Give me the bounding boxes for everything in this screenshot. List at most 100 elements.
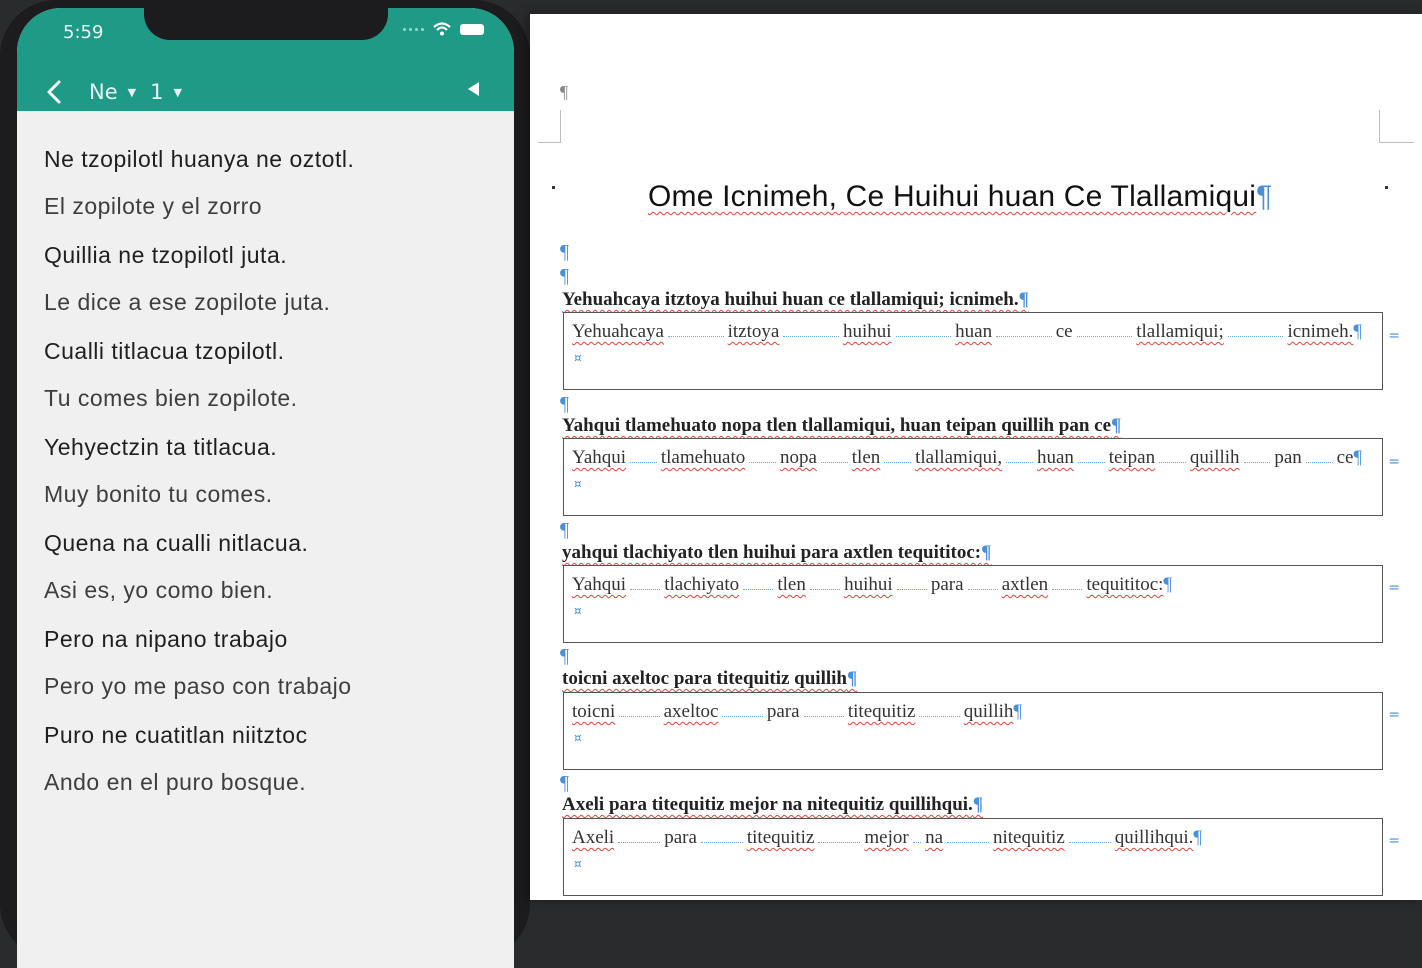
- book-selector[interactable]: Ne: [89, 80, 118, 104]
- word: tlallamiqui;: [1136, 321, 1224, 342]
- word: para: [664, 827, 697, 848]
- cell-marker-icon: ¤: [574, 731, 582, 745]
- interlinear-box[interactable]: Yahqui tlachiyato tlen huihui para axtle…: [563, 565, 1383, 643]
- nahuatl-line: Yehyectzin ta titlacua.: [44, 434, 278, 460]
- verse-pair: Cualli titlacua tzopilotl. Tu comes bien…: [44, 338, 500, 412]
- spanish-line: El zopilote y el zorro: [44, 193, 263, 219]
- empty-paragraph-mark: ¶: [560, 265, 570, 287]
- spanish-line: Tu comes bien zopilote.: [44, 385, 298, 411]
- verse-pair: Quillia ne tzopilotl juta. Le dice a ese…: [44, 242, 500, 316]
- word-row: Yahqui tlachiyato tlen huihui para axtle…: [572, 574, 1172, 596]
- word: titequitiz: [847, 701, 916, 722]
- word-row: toicni axeltoc para titequitiz quillih ¶: [572, 701, 1022, 723]
- status-time: 5:59: [63, 22, 104, 43]
- document-page[interactable]: ¶ Ome Icnimeh, Ce Huihui huan Ce Tlallam…: [530, 14, 1422, 900]
- paragraph-mark: ¶: [1111, 415, 1122, 436]
- verse-pair: Yehyectzin ta titlacua. Muy bonito tu co…: [44, 434, 500, 508]
- margin-corner-left: [538, 110, 561, 143]
- word: axeltoc: [663, 701, 719, 722]
- spanish-line: Muy bonito tu comes.: [44, 481, 273, 507]
- word: quillih: [1189, 447, 1240, 468]
- word-row: Axeli para titequitiz mejor na nitequiti…: [572, 827, 1202, 849]
- word: ce: [1055, 321, 1073, 342]
- word: tlen: [777, 574, 806, 595]
- word: quillihqui.: [1114, 827, 1194, 848]
- row-marker-icon: =: [1388, 580, 1400, 596]
- interlinear-box[interactable]: toicni axeltoc para titequitiz quillih ¶ …: [563, 692, 1383, 770]
- chapter-dropdown-icon[interactable]: ▼: [173, 86, 181, 99]
- paragraph-line[interactable]: Yehuahcaya itztoya huihui huan ce tlalla…: [562, 289, 1029, 311]
- document-title[interactable]: Ome Icnimeh, Ce Huihui huan Ce Tlallamiq…: [648, 180, 1272, 214]
- paragraph-mark: ¶: [972, 794, 984, 815]
- word: quillih: [963, 701, 1014, 722]
- row-marker-icon: =: [1388, 454, 1400, 470]
- word: Yahqui: [572, 574, 627, 595]
- word: tequititoc:: [1086, 574, 1164, 595]
- margin-dot-right: [1385, 186, 1388, 189]
- verse-pair: Pero na nipano trabajo Pero yo me paso c…: [44, 626, 500, 700]
- verse-pair: Puro ne cuatitlan niitztoc Ando en el pu…: [44, 722, 500, 796]
- word: teipan: [1108, 447, 1156, 468]
- word: tlamehuato: [660, 447, 746, 468]
- wifi-icon: [433, 22, 451, 36]
- phone-frame: 5:59 Ne ▼ 1 ▼ Ne tzopilotl huanya ne ozt…: [0, 0, 530, 968]
- paragraph-line[interactable]: yahqui tlachiyato tlen huihui para axtle…: [562, 542, 991, 564]
- margin-corner-right: [1379, 110, 1414, 143]
- word: para: [766, 701, 800, 722]
- word: Axeli: [572, 827, 615, 848]
- word: nitequitiz: [993, 827, 1065, 848]
- chapter-selector[interactable]: 1: [150, 80, 163, 104]
- spanish-line: Asi es, yo como bien.: [44, 577, 274, 603]
- row-marker-icon: =: [1388, 833, 1400, 849]
- word-row: Yehuahcaya itztoya huihui huan ce tlalla…: [572, 321, 1362, 343]
- phone-notch: [144, 8, 388, 40]
- nahuatl-line: Cualli titlacua tzopilotl.: [44, 338, 285, 364]
- paragraph-line[interactable]: Yahqui tlamehuato nopa tlen tlallamiqui,…: [562, 415, 1121, 437]
- word: huihui: [842, 321, 892, 342]
- paragraph-mark: ¶: [1353, 447, 1363, 468]
- paragraph-text: Yahqui tlamehuato nopa tlen tlallamiqui,…: [562, 415, 1112, 436]
- word: huihui: [844, 574, 893, 595]
- word: mejor: [864, 827, 909, 848]
- title-paragraph-mark: ¶: [1256, 180, 1273, 213]
- interlinear-box[interactable]: Yehuahcaya itztoya huihui huan ce tlalla…: [563, 312, 1383, 390]
- cell-marker-icon: ¤: [574, 351, 582, 365]
- word: para: [930, 574, 964, 595]
- interlinear-box[interactable]: Axeli para titequitiz mejor na nitequiti…: [563, 818, 1383, 896]
- paragraph-line[interactable]: Axeli para titequitiz mejor na nitequiti…: [562, 794, 983, 816]
- empty-paragraph-mark: ¶: [560, 393, 570, 415]
- phone-screen: 5:59 Ne ▼ 1 ▼ Ne tzopilotl huanya ne ozt…: [17, 8, 514, 968]
- cell-marker-icon: ¤: [574, 604, 582, 618]
- paragraph-mark: ¶: [1163, 574, 1173, 595]
- spanish-line: Ando en el puro bosque.: [44, 769, 307, 795]
- word: itztoya: [727, 321, 780, 342]
- status-icons: [403, 22, 484, 36]
- verse-pair: Quena na cualli nitlacua. Asi es, yo com…: [44, 530, 500, 604]
- word: Yahqui: [572, 447, 627, 468]
- word: titequitiz: [746, 827, 815, 848]
- paragraph-line[interactable]: toicni axeltoc para titequitiz quillih¶: [562, 668, 857, 690]
- paragraph-mark: ¶: [1353, 321, 1362, 342]
- toolbar: Ne ▼ 1 ▼: [43, 70, 488, 114]
- word: tlachiyato: [664, 574, 740, 595]
- nahuatl-line: Puro ne cuatitlan niitztoc: [44, 722, 308, 748]
- paragraph-mark: ¶: [1013, 701, 1022, 722]
- audio-play-icon[interactable]: [464, 80, 482, 98]
- battery-icon: [460, 23, 484, 35]
- paragraph-mark: ¶: [847, 668, 858, 689]
- interlinear-box[interactable]: Yahqui tlamehuato nopa tlen tlallamiqui,…: [563, 438, 1383, 516]
- paragraph-text: yahqui tlachiyato tlen huihui para axtle…: [562, 542, 982, 563]
- header-paragraph-mark: ¶: [560, 82, 569, 102]
- empty-paragraph-mark: ¶: [560, 241, 570, 263]
- word: ce: [1336, 447, 1354, 468]
- word: nopa: [780, 447, 817, 468]
- word: axtlen: [1001, 574, 1049, 595]
- row-marker-icon: =: [1388, 707, 1400, 723]
- back-arrow-icon[interactable]: [43, 80, 67, 104]
- nahuatl-line: Quillia ne tzopilotl juta.: [44, 242, 288, 268]
- book-dropdown-icon[interactable]: ▼: [128, 86, 136, 99]
- word: huan: [1036, 447, 1074, 468]
- empty-paragraph-mark: ¶: [560, 772, 570, 794]
- margin-dot-left: [552, 186, 555, 189]
- word: icnimeh.: [1287, 321, 1354, 342]
